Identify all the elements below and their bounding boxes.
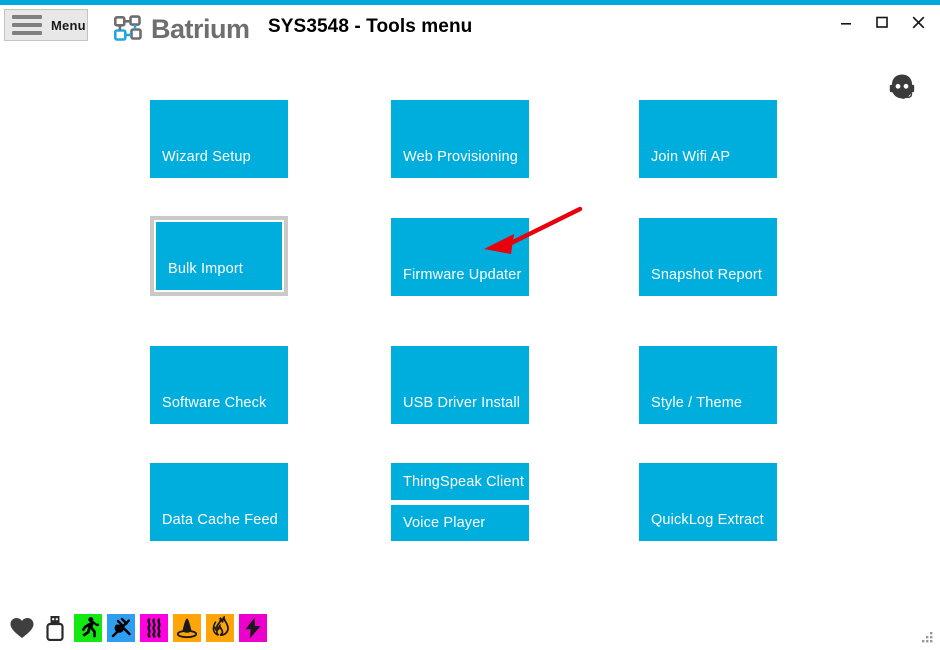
tile-quicklog-extract[interactable]: QuickLog Extract [639,463,777,541]
tile-software-check[interactable]: Software Check [150,346,288,424]
tile-style-theme[interactable]: Style / Theme [639,346,777,424]
tile-label: Join Wifi AP [651,148,731,165]
heart-icon[interactable] [8,614,36,642]
tile-label: Web Provisioning [403,148,518,165]
tile-label: Snapshot Report [651,266,763,283]
tile-wizard-setup[interactable]: Wizard Setup [150,100,288,178]
tile-label: ThingSpeak Client [403,473,525,490]
tile-voice-player[interactable]: Voice Player [391,505,529,541]
tile-join-wifi-ap[interactable]: Join Wifi AP [639,100,777,178]
power-plug-icon[interactable] [107,614,135,642]
tools-grid: Wizard Setup Bulk Import Software Check … [0,0,940,650]
tile-label: USB Driver Install [403,394,521,411]
usb-drive-icon[interactable] [41,614,69,642]
tile-label: Wizard Setup [162,148,251,165]
lightning-bolt-icon[interactable] [239,614,267,642]
flame-icon[interactable] [206,614,234,642]
tile-thingspeak-client[interactable]: ThingSpeak Client [391,463,529,500]
tile-label: Style / Theme [651,394,743,411]
tile-usb-driver-install[interactable]: USB Driver Install [391,346,529,424]
heat-waves-icon[interactable] [140,614,168,642]
tile-web-provisioning[interactable]: Web Provisioning [391,100,529,178]
bell-alarm-icon[interactable] [173,614,201,642]
running-person-icon[interactable] [74,614,102,642]
tile-label: Voice Player [403,514,486,531]
tile-label: Data Cache Feed [162,511,278,528]
status-bar [0,600,940,650]
tile-label: Software Check [162,394,267,411]
tile-label: QuickLog Extract [651,511,764,528]
tile-inner: Bulk Import [156,222,282,290]
tile-snapshot-report[interactable]: Snapshot Report [639,218,777,296]
tile-firmware-updater[interactable]: Firmware Updater [391,218,529,296]
tile-data-cache-feed[interactable]: Data Cache Feed [150,463,288,541]
tile-label: Bulk Import [168,260,243,277]
resize-grip[interactable] [920,630,934,644]
tile-label: Firmware Updater [403,266,522,283]
status-icon-tray [8,614,267,642]
tile-bulk-import[interactable]: Bulk Import [150,216,288,296]
